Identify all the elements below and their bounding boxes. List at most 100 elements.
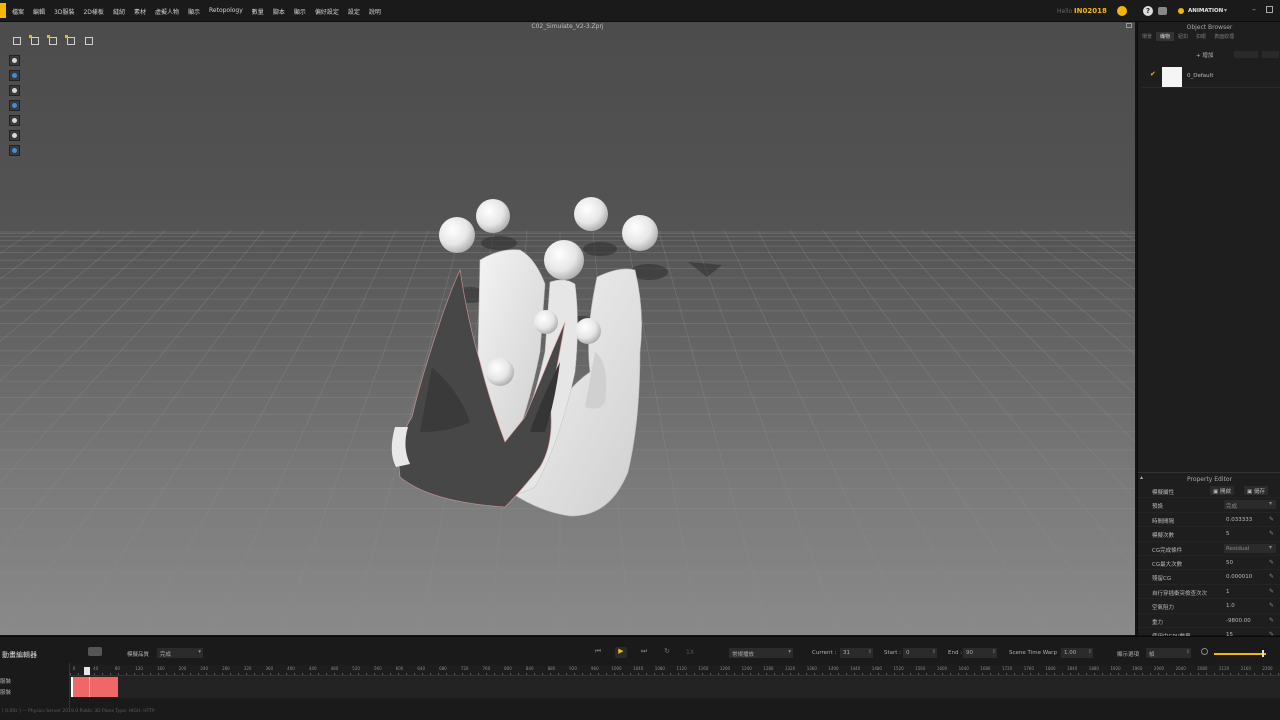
property-header-label: 模擬屬性 — [1152, 490, 1175, 496]
play-icon[interactable]: ▶ — [615, 647, 627, 658]
tab-texture[interactable]: 表面紋理 — [1210, 32, 1238, 41]
end-frame-input[interactable]: 90 — [963, 648, 997, 658]
transform-icon[interactable] — [82, 34, 94, 46]
menu-item[interactable]: 偏好設定 — [315, 7, 339, 16]
minimize-icon[interactable]: – — [1252, 5, 1256, 14]
skip-end-icon[interactable]: ⏭ — [638, 647, 650, 658]
property-value[interactable]: 1 — [1226, 589, 1230, 595]
tab-scene[interactable]: 場景 — [1138, 32, 1156, 41]
move-icon[interactable] — [10, 34, 22, 46]
menu-item[interactable]: 素材 — [134, 7, 146, 16]
rotate-icon[interactable] — [46, 34, 58, 46]
property-value[interactable]: 0.000010 — [1226, 574, 1252, 580]
grid-line — [921, 230, 1135, 443]
property-label: 模擬次數 — [1152, 533, 1175, 540]
property-select[interactable]: 完成 ▾ — [1224, 500, 1276, 510]
camera-icon[interactable] — [88, 647, 102, 656]
menu-item[interactable]: 數量 — [252, 7, 264, 16]
grid-line — [954, 230, 1135, 395]
translate-icon[interactable] — [28, 34, 40, 46]
object-action-button[interactable] — [1262, 51, 1279, 58]
edit-icon[interactable]: ✎ — [1269, 588, 1274, 595]
skip-start-icon[interactable]: ⏮ — [592, 647, 604, 658]
fabric-list-item[interactable]: ✔ 0_Default — [1142, 66, 1280, 88]
grid-line — [724, 230, 911, 635]
shirt-icon[interactable] — [9, 100, 20, 111]
start-frame-input[interactable]: 0 — [903, 648, 937, 658]
help-icon[interactable]: ? — [1143, 6, 1153, 16]
menu-item[interactable]: 編輯 — [33, 7, 45, 16]
edit-icon[interactable]: ✎ — [1269, 617, 1274, 624]
tab-button[interactable]: 鈕扣 — [1174, 32, 1192, 41]
mode-label: ANIMATION — [1188, 8, 1224, 14]
scale-icon[interactable] — [64, 34, 76, 46]
edit-icon[interactable]: ✎ — [1269, 573, 1274, 580]
cart-icon[interactable] — [1158, 7, 1167, 15]
garment-icon[interactable] — [9, 55, 20, 66]
tab-buttonhole[interactable]: 扣眼 — [1192, 32, 1210, 41]
menu-item[interactable]: 縫紉 — [113, 7, 125, 16]
timeline-tick-label: 1240 — [741, 666, 752, 671]
property-row: 自行穿插衝突檢查次次 1 ✎ — [1138, 585, 1280, 600]
menu-item[interactable]: Retopology — [209, 7, 243, 16]
zoom-slider-handle[interactable] — [1262, 650, 1264, 657]
track-area[interactable] — [70, 676, 1280, 698]
property-value[interactable]: -9800.00 — [1226, 618, 1251, 624]
timeline-tick-label: 360 — [265, 666, 274, 671]
scene-canvas[interactable] — [0, 22, 1135, 635]
loop-icon[interactable]: ↻ — [661, 647, 673, 658]
open-button[interactable]: ▣ 開啟 — [1210, 486, 1234, 495]
play-mode-select[interactable]: 常規播放 — [729, 648, 793, 658]
timeline-tick-label: 1320 — [785, 666, 796, 671]
property-value[interactable]: 5 — [1226, 531, 1230, 537]
end-label: End : — [948, 650, 963, 656]
timeline-tick-label: 200 — [178, 666, 187, 671]
property-label: 時間間隔 — [1152, 518, 1175, 525]
add-button[interactable]: + 增加 — [1196, 51, 1213, 59]
tab-fabric[interactable]: 織物 — [1156, 32, 1175, 41]
property-value[interactable]: 1.0 — [1226, 603, 1235, 609]
garment-clip[interactable] — [71, 677, 118, 697]
menu-item[interactable]: 腳本 — [273, 7, 285, 16]
time-warp-input[interactable]: 1.00 — [1061, 648, 1093, 658]
object-action-button[interactable] — [1234, 51, 1258, 58]
timeline-tick-label: 120 — [135, 666, 143, 671]
menu-item[interactable]: 虛擬人物 — [155, 7, 179, 16]
menu-item[interactable]: 說明 — [369, 7, 381, 16]
save-button[interactable]: ▣ 儲存 — [1244, 486, 1268, 495]
timeline-tick-label: 1200 — [719, 666, 731, 671]
quality-select[interactable]: 完成 — [157, 648, 203, 658]
globe-icon[interactable] — [9, 145, 20, 156]
avatar-icon[interactable] — [9, 85, 20, 96]
property-select[interactable]: Residual ▾ — [1224, 543, 1276, 553]
menu-item[interactable]: 檔案 — [12, 7, 24, 16]
display-select[interactable]: 幀 — [1146, 648, 1191, 658]
edit-icon[interactable]: ✎ — [1269, 516, 1274, 523]
edit-icon[interactable]: ✎ — [1269, 530, 1274, 537]
fabric-icon[interactable] — [9, 115, 20, 126]
playhead[interactable] — [84, 667, 90, 675]
edit-icon[interactable]: ✎ — [1269, 559, 1274, 566]
mode-switch[interactable]: ANIMATION ▾ — [1176, 5, 1232, 17]
timeline-tick-label: 1080 — [654, 666, 665, 671]
menu-item[interactable]: 3D服裝 — [54, 7, 74, 16]
3d-viewport[interactable]: C02_Simulate_V2-3.Zprj — [0, 22, 1135, 635]
property-value[interactable]: 50 — [1226, 560, 1233, 566]
cloud-icon[interactable] — [1117, 6, 1127, 16]
zoom-slider[interactable] — [1214, 653, 1266, 655]
property-value[interactable]: 0.033333 — [1226, 517, 1252, 523]
edit-icon[interactable]: ✎ — [1269, 602, 1274, 609]
viewport-options-icon[interactable] — [1126, 23, 1132, 28]
chevron-down-icon: ▾ — [1269, 543, 1273, 551]
menu-item[interactable]: 顯示 — [188, 7, 200, 16]
menu-item[interactable]: 設定 — [348, 7, 360, 16]
speed-label[interactable]: 1X — [686, 649, 694, 656]
timeline-tick-label: 720 — [460, 666, 469, 671]
rotate-view-icon[interactable] — [9, 70, 20, 81]
user-id[interactable]: IN02018 — [1074, 7, 1107, 15]
maximize-icon[interactable] — [1266, 6, 1273, 13]
menu-item[interactable]: 顯示 — [294, 7, 306, 16]
menu-item[interactable]: 2D樣板 — [83, 7, 103, 16]
head-icon[interactable] — [9, 130, 20, 141]
current-frame-input[interactable]: 31 — [840, 648, 873, 658]
